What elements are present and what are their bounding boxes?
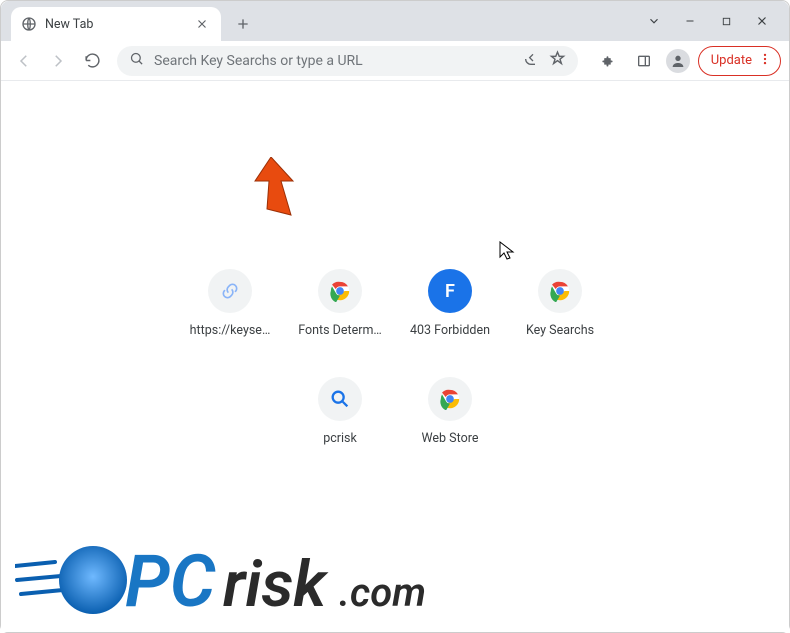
- back-button[interactable]: [9, 46, 39, 76]
- shortcut-tile[interactable]: pcrisk: [285, 369, 395, 469]
- forward-button[interactable]: [43, 46, 73, 76]
- reload-button[interactable]: [77, 46, 107, 76]
- new-tab-button[interactable]: [229, 10, 257, 38]
- tab-active[interactable]: New Tab: [11, 7, 221, 41]
- watermark-com: .com: [339, 569, 426, 616]
- window-controls: [645, 1, 789, 41]
- toolbar-right: Update: [588, 46, 781, 76]
- shortcut-label: pcrisk: [323, 431, 357, 446]
- tab-title: New Tab: [45, 17, 195, 32]
- toolbar: Update: [1, 41, 789, 81]
- search-icon: [129, 51, 144, 70]
- shortcut-favicon: [318, 377, 362, 421]
- shortcut-label: 403 Forbidden: [410, 323, 490, 338]
- profile-avatar[interactable]: [666, 49, 690, 73]
- watermark-logo: PC risk .com: [15, 518, 475, 628]
- share-icon[interactable]: [523, 51, 539, 71]
- shortcut-favicon: F: [428, 269, 472, 313]
- address-input[interactable]: [154, 53, 513, 69]
- chevron-down-icon[interactable]: [645, 12, 663, 30]
- titlebar: New Tab: [1, 1, 789, 41]
- extensions-icon[interactable]: [594, 47, 622, 75]
- sidepanel-icon[interactable]: [630, 47, 658, 75]
- update-button[interactable]: Update: [698, 46, 781, 76]
- arrow-annotation: [249, 157, 309, 231]
- shortcut-label: Web Store: [422, 431, 479, 446]
- update-label: Update: [711, 53, 752, 68]
- maximize-icon[interactable]: [717, 12, 735, 30]
- shortcuts-grid: https://keyse… Fonts Determ… F 403 Forbidde…: [175, 261, 615, 469]
- shortcut-label: Fonts Determ…: [298, 323, 382, 338]
- shortcut-tile[interactable]: https://keyse…: [175, 261, 285, 361]
- page-content: https://keyse… Fonts Determ… F 403 Forbidde…: [1, 81, 789, 632]
- shortcut-favicon: [208, 269, 252, 313]
- watermark-risk: risk: [223, 547, 329, 622]
- menu-dots-icon[interactable]: [758, 52, 772, 70]
- shortcut-tile[interactable]: F 403 Forbidden: [395, 261, 505, 361]
- shortcut-tile[interactable]: Web Store: [395, 369, 505, 469]
- close-window-icon[interactable]: [753, 12, 771, 30]
- shortcut-favicon: [318, 269, 362, 313]
- watermark-pc: PC: [125, 539, 216, 624]
- omnibox[interactable]: [117, 46, 578, 76]
- shortcut-favicon: [538, 269, 582, 313]
- shortcut-label: Key Searchs: [526, 323, 594, 338]
- shortcut-favicon: [428, 377, 472, 421]
- shortcut-label: https://keyse…: [190, 323, 271, 338]
- globe-icon: [21, 16, 37, 32]
- shortcut-tile[interactable]: Fonts Determ…: [285, 261, 395, 361]
- close-tab-icon[interactable]: [195, 16, 211, 32]
- shortcut-tile[interactable]: Key Searchs: [505, 261, 615, 361]
- bookmark-star-icon[interactable]: [549, 50, 566, 71]
- minimize-icon[interactable]: [681, 12, 699, 30]
- tabstrip: New Tab: [1, 1, 257, 41]
